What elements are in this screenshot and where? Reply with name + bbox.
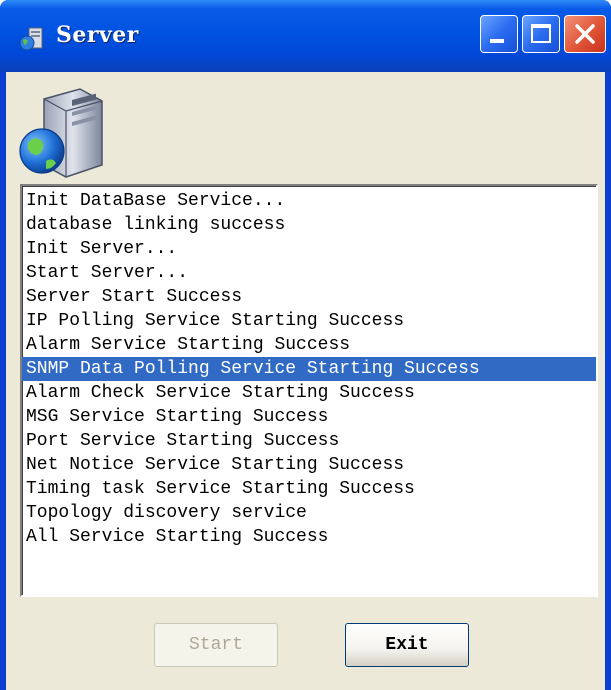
maximize-button[interactable] bbox=[522, 15, 560, 53]
log-line[interactable]: Port Service Starting Success bbox=[22, 429, 596, 453]
log-line[interactable]: IP Polling Service Starting Success bbox=[22, 309, 596, 333]
start-button[interactable]: Start bbox=[154, 623, 278, 667]
server-window: Server Init DataBase Service... database… bbox=[0, 0, 611, 690]
log-line[interactable]: database linking success bbox=[22, 213, 596, 237]
log-line[interactable]: Start Server... bbox=[22, 261, 596, 285]
log-listbox[interactable]: Init DataBase Service... database linking… bbox=[20, 184, 598, 597]
log-line[interactable]: All Service Starting Success bbox=[22, 525, 596, 549]
log-line[interactable]: Alarm Service Starting Success bbox=[22, 333, 596, 357]
log-line[interactable]: Topology discovery service bbox=[22, 501, 596, 525]
title-bar[interactable]: Server bbox=[0, 0, 611, 72]
log-line[interactable]: Init Server... bbox=[22, 237, 596, 261]
log-line[interactable]: Alarm Check Service Starting Success bbox=[22, 381, 596, 405]
log-line[interactable]: Init DataBase Service... bbox=[22, 189, 596, 213]
close-icon bbox=[575, 24, 595, 44]
exit-button[interactable]: Exit bbox=[345, 623, 469, 667]
maximize-icon bbox=[531, 24, 551, 43]
minimize-button[interactable] bbox=[480, 15, 518, 53]
dialog-client-area: Init DataBase Service... database linking… bbox=[6, 72, 605, 690]
server-app-icon bbox=[19, 27, 43, 51]
window-title: Server bbox=[56, 22, 139, 48]
log-line[interactable]: Timing task Service Starting Success bbox=[22, 477, 596, 501]
log-line[interactable]: Net Notice Service Starting Success bbox=[22, 453, 596, 477]
minimize-icon bbox=[490, 39, 504, 43]
log-line[interactable]: MSG Service Starting Success bbox=[22, 405, 596, 429]
log-line[interactable]: SNMP Data Polling Service Starting Succe… bbox=[22, 357, 596, 381]
log-line[interactable]: Server Start Success bbox=[22, 285, 596, 309]
server-globe-icon bbox=[19, 88, 103, 178]
close-button[interactable] bbox=[564, 15, 606, 53]
